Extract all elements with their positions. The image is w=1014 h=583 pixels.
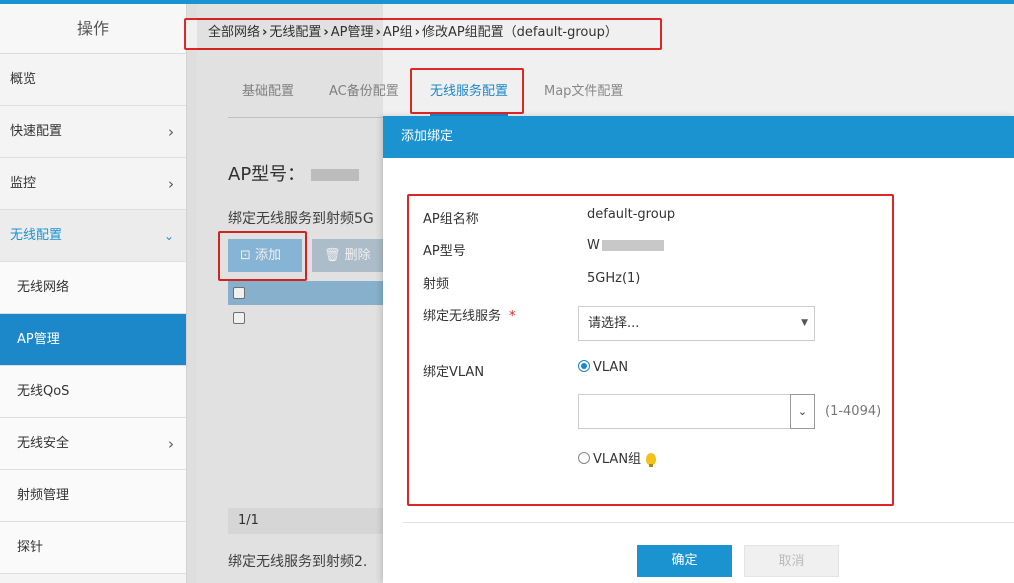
wireless-service-select[interactable]: 请选择... ▼ <box>578 306 815 341</box>
sidebar-item-wireless-security[interactable]: 无线安全 › <box>0 418 186 470</box>
modal-overlay <box>197 4 383 583</box>
sidebar-item-wireless-config[interactable]: 无线配置 ⌄ <box>0 210 186 262</box>
sidebar-item-label: 无线配置 <box>10 228 63 243</box>
vlan-radio-option[interactable]: VLAN <box>578 360 628 375</box>
vlan-dropdown-button[interactable]: ⌄ <box>790 394 815 429</box>
radio-unchecked-icon[interactable] <box>578 452 590 464</box>
tab-map-file[interactable]: Map文件配置 <box>544 70 623 116</box>
required-asterisk: * <box>509 309 516 324</box>
redacted-text <box>601 240 664 251</box>
vlan-group-radio-option[interactable]: VLAN组 <box>578 448 657 467</box>
sidebar-item-wireless-network[interactable]: 无线网络 <box>0 262 186 314</box>
radio-label: 射频 <box>423 277 450 292</box>
sidebar-item-radio-management[interactable]: 射频管理 <box>0 470 186 522</box>
chevron-down-icon: ⌄ <box>163 229 174 243</box>
sidebar-item-ap-management[interactable]: AP管理 <box>0 314 186 366</box>
radio-checked-icon[interactable] <box>578 360 590 372</box>
dialog-divider <box>403 522 1014 523</box>
vlan-input[interactable] <box>578 394 791 429</box>
sidebar-gutter <box>187 4 197 583</box>
sidebar-item-label: 射频管理 <box>17 488 70 503</box>
service-label: 绑定无线服务 * <box>423 309 516 324</box>
sidebar-header: 操作 <box>0 4 186 54</box>
sidebar-item-label: 无线QoS <box>17 384 70 399</box>
ap-model-label: AP型号 <box>423 244 466 259</box>
group-name-value: default-group <box>587 207 676 222</box>
ok-button[interactable]: 确定 <box>637 545 732 577</box>
chevron-right-icon: › <box>168 435 174 453</box>
sidebar-item-label: 无线安全 <box>17 436 70 451</box>
sidebar-item-label: 无线网络 <box>17 280 70 295</box>
vlan-label: 绑定VLAN <box>423 365 485 380</box>
sidebar-item-quick-config[interactable]: 快速配置 › <box>0 106 186 158</box>
vlan-range-hint: (1-4094) <box>825 404 882 419</box>
sidebar-item-label: 探针 <box>17 540 44 555</box>
sidebar-item-overview[interactable]: 概览 <box>0 54 186 106</box>
dialog-title: 添加绑定 <box>383 116 1014 158</box>
chevron-down-icon: ⌄ <box>797 405 808 418</box>
chevron-right-icon: › <box>168 123 174 141</box>
sidebar-item-label: AP管理 <box>17 332 60 347</box>
cancel-button[interactable]: 取消 <box>744 545 839 577</box>
ap-model-value: W <box>587 238 664 253</box>
breadcrumb-item[interactable]: AP组 <box>383 25 413 40</box>
lightbulb-icon[interactable] <box>646 453 657 467</box>
sidebar-item-wireless-qos[interactable]: 无线QoS <box>0 366 186 418</box>
chevron-right-icon: › <box>168 175 174 193</box>
caret-down-icon: ▼ <box>801 318 808 328</box>
add-binding-dialog: 添加绑定 AP组名称 default-group AP型号 W 射频 5GHz(… <box>383 116 1014 583</box>
tab-highlight-box <box>410 68 524 114</box>
sidebar-item-label: 概览 <box>10 72 37 87</box>
sidebar-item-monitor[interactable]: 监控 › <box>0 158 186 210</box>
sidebar: 操作 概览 快速配置 › 监控 › 无线配置 ⌄ 无线网络 AP管理 无线QoS… <box>0 4 187 583</box>
sidebar-item-label: 快速配置 <box>10 124 63 139</box>
breadcrumb-chevron-icon: › <box>414 25 420 40</box>
breadcrumb-current: 修改AP组配置（default-group） <box>421 25 618 40</box>
sidebar-item-probe[interactable]: 探针 <box>0 522 186 574</box>
radio-value: 5GHz(1) <box>587 271 641 286</box>
sidebar-item-label: 监控 <box>10 176 37 191</box>
group-name-label: AP组名称 <box>423 212 479 227</box>
